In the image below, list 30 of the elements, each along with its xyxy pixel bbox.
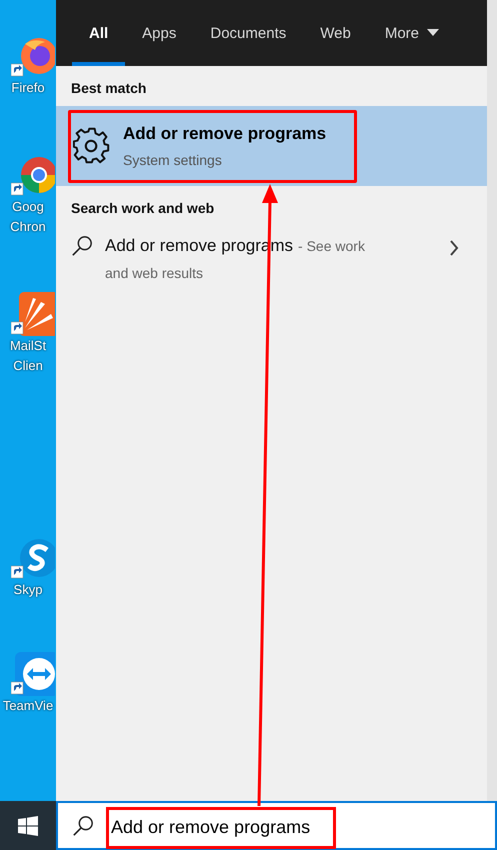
desktop-icon-label: MailSt (10, 337, 46, 355)
search-input[interactable]: Add or remove programs (106, 806, 336, 848)
search-icon (72, 814, 94, 836)
desktop-icon-label: Clien (13, 357, 43, 375)
desktop-icon-label: Chron (10, 218, 46, 236)
caret-icon (427, 29, 440, 37)
filter-tab[interactable]: More (368, 0, 456, 66)
filter-tab[interactable]: Documents (193, 0, 304, 66)
result-title: Add or remove programs (123, 124, 326, 144)
result-subtitle: System settings (123, 152, 223, 168)
filter-tab[interactable]: Web (303, 0, 368, 66)
desktop-icon-label: TeamVie (2, 697, 54, 715)
result-hint: - See work (298, 237, 365, 256)
filter-tab[interactable]: All (72, 0, 126, 66)
desktop-icon-label: Skyp (14, 581, 42, 599)
rays-icon[interactable] (11, 292, 55, 336)
section-heading: Best match (70, 79, 148, 98)
search-icon (71, 235, 93, 257)
windows-logo-icon[interactable] (18, 816, 38, 836)
desktop-icon-label: Firefo (11, 79, 45, 97)
filter-tab[interactable]: Apps (125, 0, 194, 66)
best-match-item[interactable]: Add or remove programs System settings (56, 106, 487, 186)
settings-icon (73, 127, 111, 165)
desktop-icon-label: Goog (12, 198, 44, 216)
chat-bubble-icon[interactable] (11, 536, 55, 580)
double-arrow-icon[interactable] (11, 652, 55, 696)
result-hint: and web results (105, 264, 204, 283)
search-box[interactable]: Add or remove programs (56, 801, 497, 850)
chevron-right-icon (449, 240, 459, 256)
section-heading: Search work and web (70, 199, 216, 218)
